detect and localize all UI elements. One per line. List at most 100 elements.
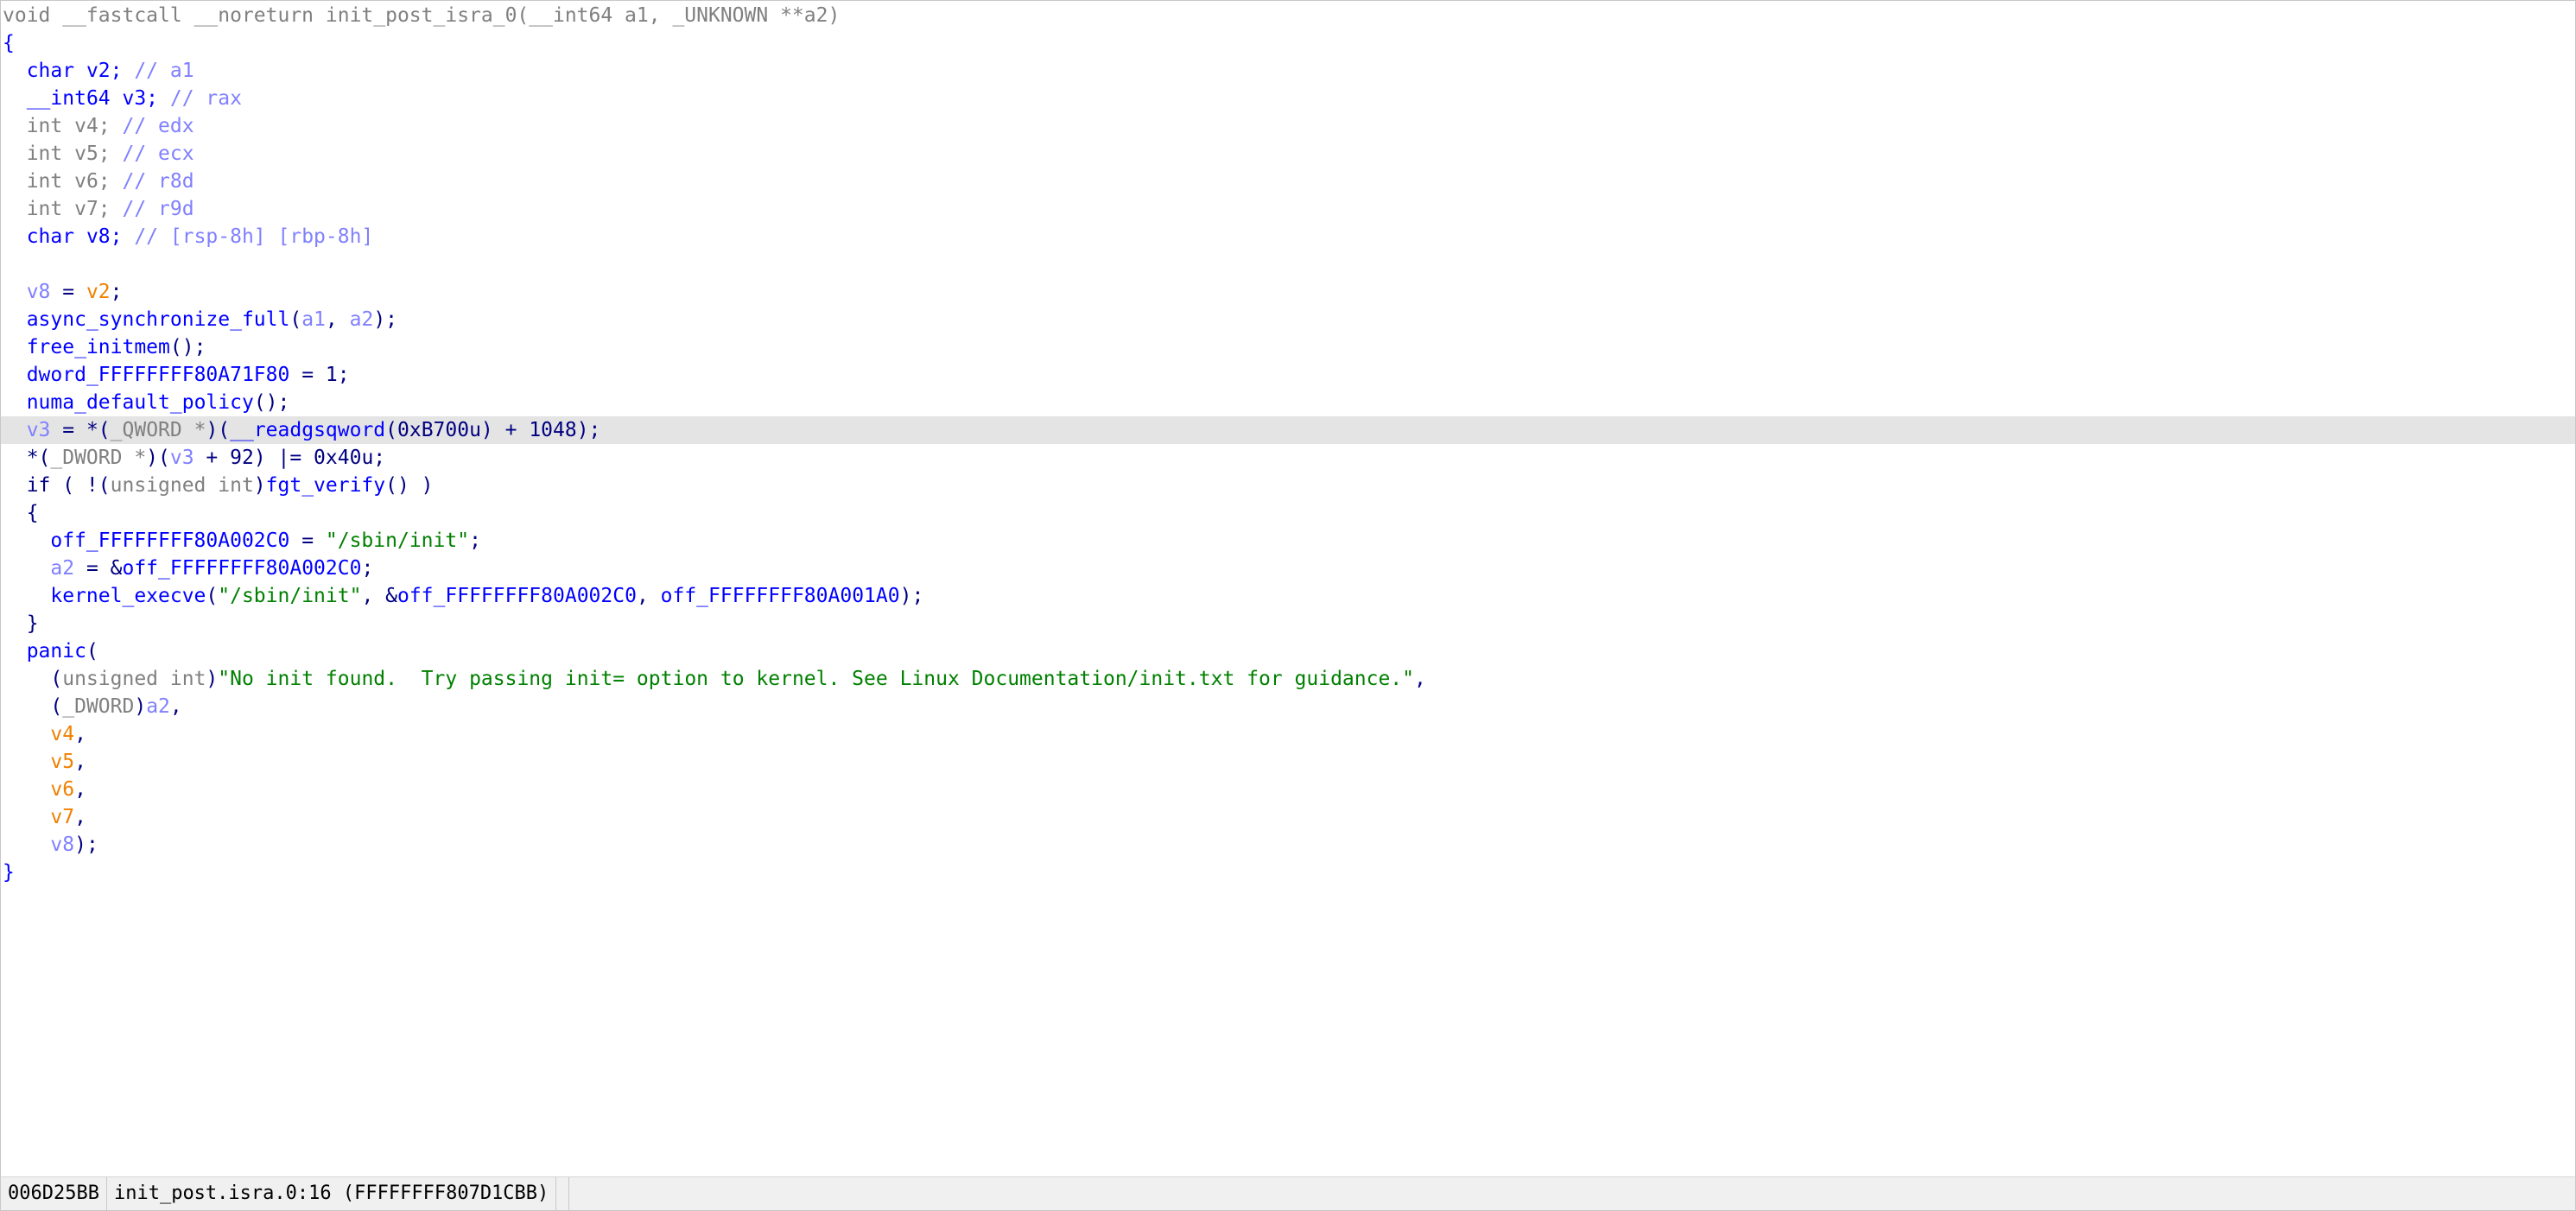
code-token: + 92) |= 0x40u; [194,447,386,469]
code-token: v2 [86,281,111,303]
code-token: ); [373,308,398,331]
code-line[interactable]: int v4; // edx [1,112,2575,140]
code-token: __readgsqword [230,419,386,441]
code-token: v3 [169,447,194,469]
code-token: () ) [385,474,434,497]
code-token: // rax [169,87,242,110]
code-line[interactable]: __int64 v3; // rax [1,85,2575,112]
code-token: , [636,585,661,607]
code-line[interactable]: v5, [1,748,2575,776]
code-token: // ecx [122,143,194,165]
code-token: if ( !( [3,474,111,497]
code-token: int v4; [26,115,123,137]
code-token: fgt_verify [265,474,386,497]
code-line[interactable]: v8 = v2; [1,278,2575,306]
code-line[interactable]: { [1,29,2575,57]
code-line[interactable]: char v2; // a1 [1,57,2575,85]
code-line[interactable]: (_DWORD)a2, [1,693,2575,720]
code-token: = [50,281,86,303]
code-line[interactable]: panic( [1,637,2575,665]
code-token: free_initmem [26,336,170,358]
status-address: 006D25BB [1,1177,107,1210]
code-line[interactable]: int v7; // r9d [1,195,2575,223]
code-line[interactable]: free_initmem(); [1,333,2575,361]
code-token: { [3,502,39,524]
code-token: v4 [50,723,75,745]
code-line[interactable]: } [1,610,2575,637]
code-line[interactable] [1,250,2575,278]
code-token: } [3,861,15,884]
code-line[interactable]: dword_FFFFFFFF80A71F80 = 1; [1,361,2575,389]
code-line[interactable]: v7, [1,803,2575,831]
code-token: unsigned int [62,668,206,690]
code-line[interactable]: v3 = *(_QWORD *)(__readgsqword(0xB700u) … [1,416,2575,444]
code-token: v7 [50,806,75,828]
code-token: int v7; [26,198,123,220]
code-token: dword_FFFFFFFF80A71F80 [26,364,290,386]
pseudocode-view[interactable]: void __fastcall __noreturn init_post_isr… [1,2,2575,1175]
code-token: unsigned int [110,474,254,497]
code-token: , [74,778,86,801]
code-line[interactable]: *(_DWORD *)(v3 + 92) |= 0x40u; [1,444,2575,472]
code-line[interactable]: { [1,499,2575,527]
code-line[interactable]: v8); [1,831,2575,859]
code-token: = [289,529,326,552]
code-token: a1 [301,308,326,331]
code-token: char v8; [26,225,135,248]
code-token: off_FFFFFFFF80A002C0 [122,557,362,580]
status-empty-segment [556,1177,570,1210]
code-token: v8 [50,834,75,856]
code-token: , [74,723,86,745]
code-line[interactable]: if ( !(unsigned int)fgt_verify() ) [1,472,2575,499]
code-token: kernel_execve [50,585,206,607]
code-line[interactable]: } [1,859,2575,886]
code-token: panic [26,640,86,663]
code-token: a2 [50,557,75,580]
code-line[interactable]: void __fastcall __noreturn init_post_isr… [1,2,2575,29]
code-token: ; [361,557,374,580]
code-token: v6 [50,778,75,801]
code-line[interactable]: int v5; // ecx [1,140,2575,168]
code-token: = 1; [289,364,350,386]
code-token: ) [134,695,147,718]
code-token: = *( [50,419,111,441]
code-token: { [3,32,15,54]
code-token: // edx [122,115,194,137]
code-line[interactable]: v4, [1,720,2575,748]
code-line[interactable]: off_FFFFFFFF80A002C0 = "/sbin/init"; [1,527,2575,555]
code-token: async_synchronize_full [26,308,290,331]
code-line[interactable]: a2 = &off_FFFFFFFF80A002C0; [1,555,2575,582]
code-line[interactable]: (unsigned int)"No init found. Try passin… [1,665,2575,693]
code-line[interactable]: numa_default_policy(); [1,389,2575,416]
code-token: *( [3,447,51,469]
code-token: _DWORD [62,695,135,718]
code-token: ; [469,529,481,552]
code-token: void __fastcall __noreturn init_post_isr… [3,4,841,27]
code-line[interactable]: char v8; // [rsp-8h] [rbp-8h] [1,223,2575,250]
code-line[interactable]: async_synchronize_full(a1, a2); [1,306,2575,333]
code-token: _QWORD * [110,419,206,441]
code-line[interactable]: int v6; // r8d [1,168,2575,195]
code-token: ( [86,640,98,663]
code-line[interactable]: kernel_execve("/sbin/init", &off_FFFFFFF… [1,582,2575,610]
code-token: ) [206,668,219,690]
code-token: } [3,612,39,635]
code-token: a2 [146,695,170,718]
code-token: int v5; [26,143,123,165]
code-token: off_FFFFFFFF80A002C0 [50,529,290,552]
code-token: // r9d [122,198,194,220]
code-token: (); [169,336,206,358]
code-line[interactable]: v6, [1,776,2575,803]
